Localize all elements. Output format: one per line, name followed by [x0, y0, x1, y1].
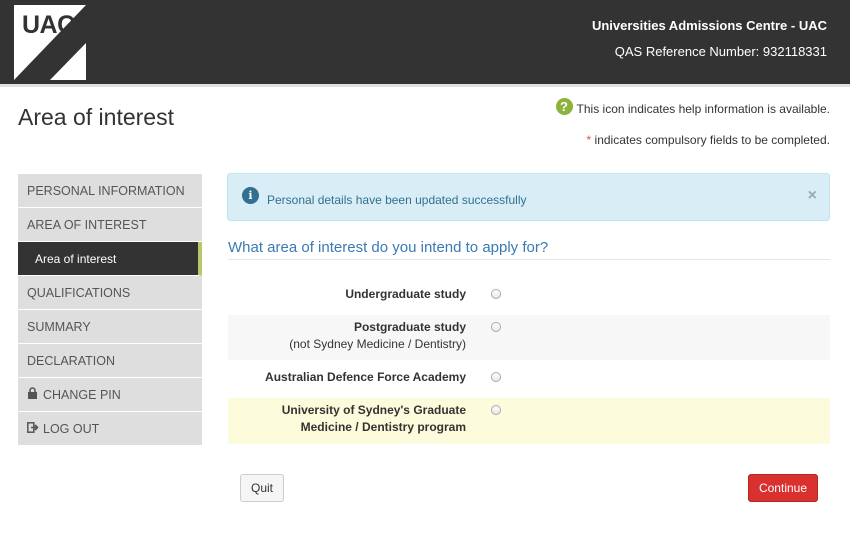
help-note: ? This icon indicates help information i… [555, 97, 830, 116]
option-label-line2: Medicine / Dentistry program [300, 420, 466, 434]
option-label: University of Sydney's Graduate Medicine… [282, 402, 466, 436]
success-alert: i Personal details have been updated suc… [227, 173, 830, 221]
sidebar-item-change-pin[interactable]: CHANGE PIN [18, 378, 202, 412]
uac-logo: UAC [14, 5, 86, 80]
quit-button[interactable]: Quit [240, 474, 284, 502]
option-label-line1: University of Sydney's Graduate [281, 403, 466, 417]
sidebar-item-label: PERSONAL INFORMATION [27, 183, 185, 198]
sidebar-item-personal-information[interactable]: PERSONAL INFORMATION [18, 174, 202, 208]
required-note: * indicates compulsory fields to be comp… [587, 133, 830, 147]
option-label-line1: Undergraduate study [345, 287, 466, 301]
sidebar-item-declaration[interactable]: DECLARATION [18, 344, 202, 378]
sidebar-item-label: AREA OF INTEREST [27, 217, 147, 232]
reference-number: QAS Reference Number: 932118331 [614, 44, 827, 59]
option-row-sydney-graduate-medicine: University of Sydney's Graduate Medicine… [228, 398, 830, 444]
logout-icon [27, 421, 39, 436]
sidebar-item-label: Area of interest [35, 251, 117, 266]
option-row-undergraduate: Undergraduate study [228, 277, 830, 310]
option-label-line1: Australian Defence Force Academy [265, 370, 466, 384]
page-title: Area of interest [18, 104, 174, 130]
sidebar-item-summary[interactable]: SUMMARY [18, 310, 202, 344]
option-row-adfa: Australian Defence Force Academy [228, 362, 830, 396]
sidebar-subitem-area-of-interest[interactable]: Area of interest [18, 242, 202, 276]
required-note-text: indicates compulsory fields to be comple… [591, 133, 830, 147]
option-label: Undergraduate study [345, 286, 466, 303]
sidebar-item-label: QUALIFICATIONS [27, 285, 131, 300]
option-label: Postgraduate study (not Sydney Medicine … [289, 319, 466, 353]
lock-icon [27, 387, 39, 402]
form-question: What area of interest do you intend to a… [228, 239, 830, 260]
sidebar-item-label: LOG OUT [43, 421, 100, 436]
help-note-text: This icon indicates help information is … [576, 102, 830, 116]
sidebar-item-label: DECLARATION [27, 353, 115, 368]
radio-undergraduate[interactable] [491, 289, 501, 299]
sidebar-item-label: CHANGE PIN [43, 387, 121, 402]
sidebar-item-qualifications[interactable]: QUALIFICATIONS [18, 276, 202, 310]
header-title: Universities Admissions Centre - UAC [591, 18, 827, 33]
close-icon[interactable]: × [808, 187, 817, 205]
option-label-line2: (not Sydney Medicine / Dentistry) [289, 337, 466, 351]
option-label-line1: Postgraduate study [353, 320, 466, 334]
sidebar-nav: PERSONAL INFORMATION AREA OF INTEREST Ar… [18, 174, 202, 446]
help-icon: ? [555, 97, 573, 115]
info-icon: i [242, 186, 259, 204]
app-header: UAC Universities Admissions Centre - UAC… [0, 0, 850, 84]
option-row-postgraduate: Postgraduate study (not Sydney Medicine … [228, 315, 830, 360]
radio-adfa[interactable] [491, 372, 501, 382]
alert-message: Personal details have been updated succe… [267, 192, 527, 207]
option-label: Australian Defence Force Academy [265, 369, 466, 386]
header-divider [0, 84, 850, 87]
sidebar-item-label: SUMMARY [27, 319, 91, 334]
logo-text: UAC [22, 11, 75, 39]
radio-postgraduate[interactable] [491, 322, 501, 332]
continue-button[interactable]: Continue [748, 474, 818, 502]
radio-sydney-graduate-medicine[interactable] [491, 405, 501, 415]
sidebar-item-log-out[interactable]: LOG OUT [18, 412, 202, 446]
sidebar-item-area-of-interest[interactable]: AREA OF INTEREST [18, 208, 202, 242]
